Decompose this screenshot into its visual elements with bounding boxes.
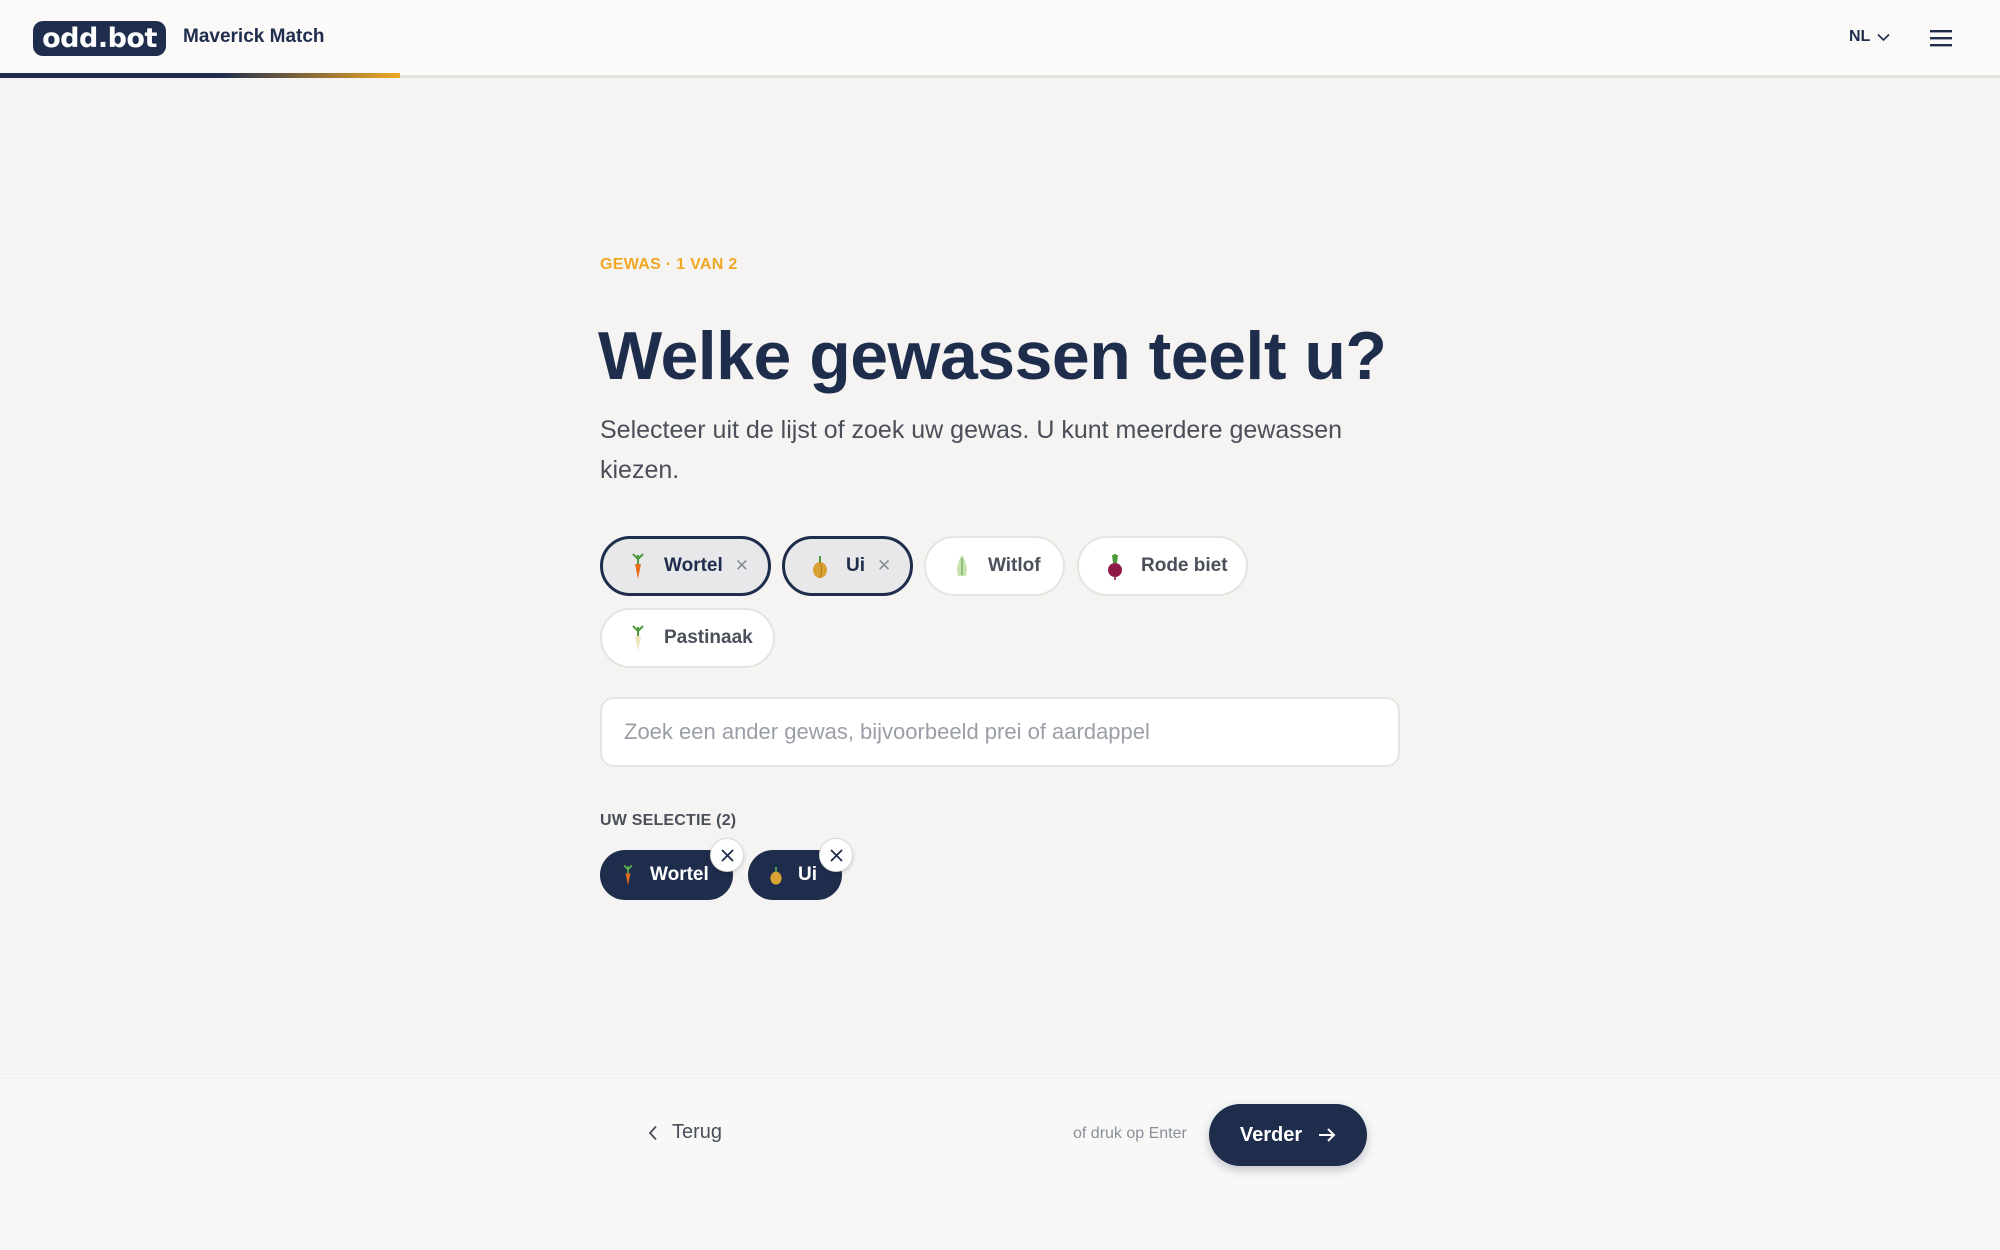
next-button[interactable]: Verder bbox=[1209, 1104, 1367, 1166]
chevron-down-icon bbox=[1877, 33, 1890, 41]
close-icon bbox=[720, 848, 734, 862]
chicory-icon bbox=[957, 555, 967, 576]
crop-chip-ui[interactable]: Ui ✕ bbox=[782, 536, 913, 596]
onion-icon bbox=[813, 556, 827, 579]
chevron-left-icon bbox=[648, 1125, 657, 1140]
remove-selected-wortel-button[interactable] bbox=[710, 838, 744, 872]
enter-hint: of druk op Enter bbox=[1073, 1125, 1187, 1142]
page-subtitle: Selecteer uit de lijst of zoek uw gewas.… bbox=[600, 416, 1343, 484]
close-icon bbox=[829, 848, 843, 862]
remove-crop-icon[interactable]: ✕ bbox=[735, 556, 749, 576]
next-label: Verder bbox=[1239, 1123, 1303, 1146]
remove-selected-ui-button[interactable] bbox=[819, 838, 853, 872]
back-button[interactable]: Terug bbox=[648, 1121, 722, 1144]
remove-crop-icon[interactable]: ✕ bbox=[877, 556, 891, 576]
progress-bar bbox=[0, 73, 400, 78]
top-bar: odd.bot Maverick Match NL bbox=[0, 0, 2000, 78]
arrow-right-icon bbox=[1319, 1128, 1336, 1142]
onion-icon bbox=[770, 867, 782, 885]
beetroot-icon bbox=[1108, 554, 1122, 580]
hamburger-menu-icon[interactable] bbox=[1930, 28, 1952, 48]
page-title: Welke gewassen teelt u? bbox=[598, 318, 1387, 394]
selection-label: UW SELECTIE (2) bbox=[600, 812, 737, 829]
oddbot-logo[interactable]: odd.bot bbox=[33, 21, 166, 56]
footer-bar bbox=[0, 1078, 2000, 1250]
crop-chip-witlof[interactable]: Witlof bbox=[924, 536, 1065, 596]
language-selector[interactable]: NL bbox=[1849, 28, 1890, 46]
parsnip-icon bbox=[632, 625, 644, 651]
carrot-icon bbox=[623, 864, 633, 886]
carrot-icon bbox=[632, 553, 644, 579]
step-indicator: GEWAS · 1 VAN 2 bbox=[600, 256, 738, 273]
crop-chip-pastinaak[interactable]: Pastinaak bbox=[600, 608, 775, 668]
crop-search-input[interactable] bbox=[600, 697, 1400, 767]
crop-chip-wortel[interactable]: Wortel ✕ bbox=[600, 536, 771, 596]
app-title: Maverick Match bbox=[183, 26, 325, 47]
back-label: Terug bbox=[672, 1121, 723, 1143]
language-code: NL bbox=[1849, 28, 1871, 45]
crop-chip-rode-biet[interactable]: Rode biet bbox=[1077, 536, 1248, 596]
